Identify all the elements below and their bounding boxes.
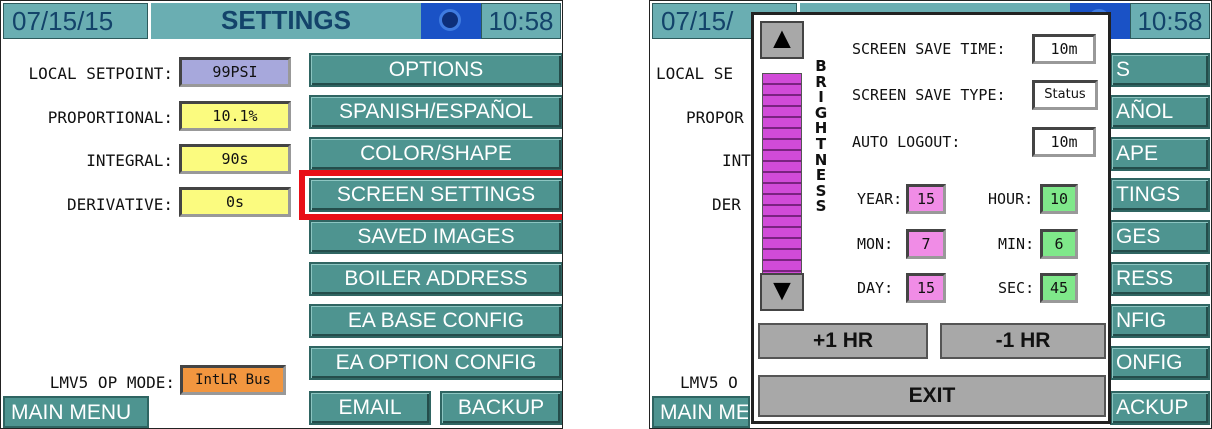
options-button-partial[interactable]: S (1110, 53, 1210, 87)
backup-button[interactable]: BACKUP (440, 391, 562, 425)
derivative-value[interactable]: 0s (179, 187, 291, 217)
integral-value[interactable]: 90s (179, 144, 291, 174)
lmv5-label-partial: LMV5 O (680, 373, 738, 392)
header-time: 10:58 (1130, 3, 1210, 39)
proportional-label-partial: PROPOR (686, 108, 744, 127)
brightness-up-button[interactable]: ▲ (760, 21, 804, 59)
integral-label: INTEGRAL: (86, 151, 173, 170)
proportional-label: PROPORTIONAL: (47, 108, 173, 127)
local-setpoint-label-partial: LOCAL SE (656, 64, 734, 83)
integral-label-partial: INT (722, 151, 751, 170)
screen-save-time-value[interactable]: 10m (1032, 34, 1096, 64)
derivative-label: DERIVATIVE: (67, 195, 173, 214)
color-shape-button[interactable]: COLOR/SHAPE (309, 137, 562, 171)
ea-option-config-button-partial[interactable]: ONFIG (1110, 346, 1210, 380)
screen-save-type-value[interactable]: Status (1032, 80, 1098, 110)
brightness-slider[interactable] (762, 73, 802, 277)
saved-images-button[interactable]: SAVED IMAGES (309, 220, 562, 254)
screen-settings-dialog: ▲ ▼ B R I G H T N E S S SCREEN SAVE TIME… (751, 12, 1111, 424)
local-setpoint-value[interactable]: 99PSI (179, 57, 291, 87)
boiler-address-button[interactable]: BOILER ADDRESS (309, 262, 562, 296)
screen-save-type-label: SCREEN SAVE TYPE: (852, 86, 1006, 104)
ea-base-config-button-partial[interactable]: NFIG (1110, 304, 1210, 338)
page-title: SETTINGS (151, 3, 421, 39)
day-label: DAY: (857, 279, 894, 297)
lmv5-op-mode-value[interactable]: IntLR Bus (180, 365, 286, 395)
exit-button[interactable]: EXIT (758, 375, 1106, 417)
year-label: YEAR: (857, 190, 903, 208)
brightness-letter: S (815, 197, 827, 216)
main-menu-button[interactable]: MAIN MENU (3, 396, 149, 428)
sec-label: SEC: (998, 279, 1035, 297)
year-value[interactable]: 15 (906, 184, 946, 214)
local-setpoint-label: LOCAL SETPOINT: (28, 64, 174, 83)
minus-one-hour-button[interactable]: -1 HR (940, 323, 1106, 359)
mon-value[interactable]: 7 (906, 229, 946, 259)
options-button[interactable]: OPTIONS (309, 53, 562, 87)
down-arrow-icon: ▼ (767, 274, 797, 307)
ea-base-config-button[interactable]: EA BASE CONFIG (309, 304, 562, 338)
hour-label: HOUR: (988, 190, 1034, 208)
screen-settings-dialog-screen: 07/15/ 10:58 LOCAL SE PROPOR INT DER LMV… (649, 0, 1212, 429)
plus-one-hour-button[interactable]: +1 HR (758, 323, 928, 359)
mon-label: MON: (857, 235, 894, 253)
up-arrow-icon: ▲ (767, 22, 797, 55)
camera-icon[interactable] (421, 3, 481, 39)
sec-value[interactable]: 45 (1040, 273, 1078, 303)
derivative-label-partial: DER (712, 195, 741, 214)
min-label: MIN: (998, 235, 1035, 253)
screen-save-time-label: SCREEN SAVE TIME: (852, 40, 1006, 58)
screen-settings-button-partial[interactable]: TINGS (1110, 178, 1210, 212)
saved-images-button-partial[interactable]: GES (1110, 220, 1210, 254)
auto-logout-label: AUTO LOGOUT: (852, 133, 961, 151)
min-value[interactable]: 6 (1040, 229, 1078, 259)
header-time: 10:58 (481, 3, 561, 39)
brightness-down-button[interactable]: ▼ (760, 273, 804, 311)
ea-option-config-button[interactable]: EA OPTION CONFIG (309, 346, 562, 380)
color-shape-button-partial[interactable]: APE (1110, 137, 1210, 171)
header-date: 07/15/15 (3, 3, 148, 39)
proportional-value[interactable]: 10.1% (179, 101, 291, 131)
highlight-box (299, 170, 562, 220)
spanish-espanol-button[interactable]: SPANISH/ESPAÑOL (309, 95, 562, 129)
email-button[interactable]: EMAIL (309, 391, 431, 425)
brightness-label: B R I G H T N E S S (812, 58, 830, 216)
auto-logout-value[interactable]: 10m (1032, 127, 1096, 157)
lmv5-op-mode-label: LMV5 OP MODE: (49, 373, 175, 392)
boiler-address-button-partial[interactable]: RESS (1110, 262, 1210, 296)
day-value[interactable]: 15 (906, 273, 946, 303)
spanish-button-partial[interactable]: AÑOL (1110, 95, 1210, 129)
hour-value[interactable]: 10 (1040, 184, 1078, 214)
main-menu-button[interactable]: MAIN ME (652, 396, 750, 428)
backup-button-partial[interactable]: ACKUP (1110, 391, 1210, 425)
settings-screen: 07/15/15 SETTINGS 10:58 LOCAL SETPOINT: … (0, 0, 563, 429)
